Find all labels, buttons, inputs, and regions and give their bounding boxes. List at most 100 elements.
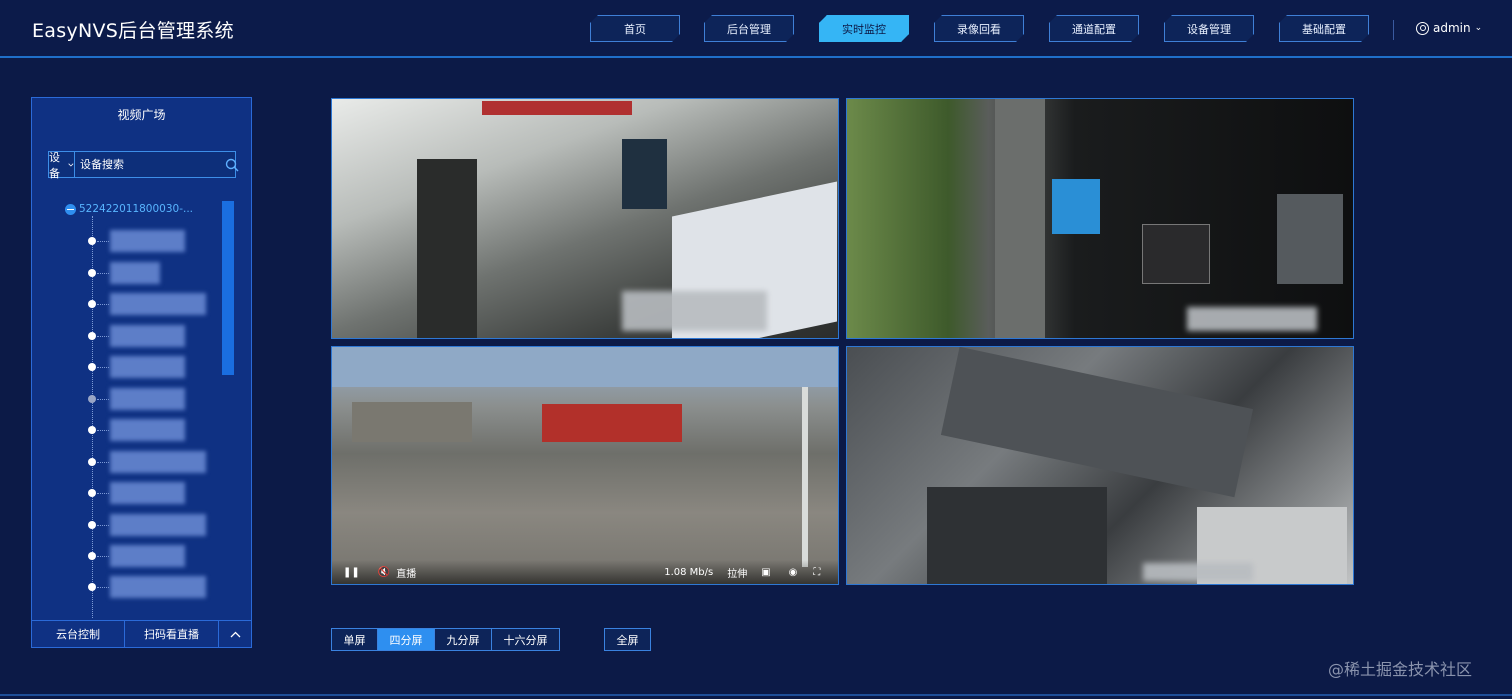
nav-device-manage[interactable]: 设备管理 <box>1164 15 1254 42</box>
layout-sixteen-button[interactable]: 十六分屏 <box>491 628 560 651</box>
scene-banner <box>482 101 632 115</box>
scene-truck <box>542 404 682 442</box>
redacted-label <box>110 451 206 473</box>
status-dot <box>88 521 96 529</box>
tree-channel[interactable] <box>88 262 232 284</box>
status-dot <box>88 300 96 308</box>
video-tile-2[interactable] <box>846 98 1354 339</box>
status-dot <box>88 332 96 340</box>
qr-live-button[interactable]: 扫码看直播 <box>125 621 219 647</box>
status-dot <box>88 489 96 497</box>
app-header: EasyNVS后台管理系统 首页 后台管理 实时监控 录像回看 通道配置 设备管… <box>0 0 1512 58</box>
chevron-down-icon: ⌄ <box>1474 23 1483 33</box>
status-dot <box>88 552 96 560</box>
scene-wall <box>417 159 477 338</box>
tree-channel[interactable] <box>88 388 232 410</box>
video-tile-4[interactable] <box>846 346 1354 585</box>
scene-building <box>352 402 472 442</box>
pause-icon[interactable]: ❚❚ <box>343 567 360 578</box>
record-icon[interactable]: ▣ <box>761 567 770 578</box>
stretch-button[interactable]: 拉伸 <box>727 565 747 580</box>
redacted-label <box>110 262 160 284</box>
bottom-divider <box>0 694 1512 696</box>
redacted-label <box>110 356 185 378</box>
search-type-label: 设备 <box>49 150 60 180</box>
scene-pillar <box>995 99 1045 338</box>
scene-sensor <box>1277 194 1343 284</box>
collapse-panel-button[interactable] <box>219 621 251 647</box>
status-dot <box>88 583 96 591</box>
nav-basic-config[interactable]: 基础配置 <box>1279 15 1369 42</box>
tree-scrollbar[interactable] <box>222 201 234 375</box>
nav-divider <box>1393 20 1394 40</box>
status-dot <box>88 363 96 371</box>
redacted-label <box>110 514 206 536</box>
device-tree: 522422011800030-... <box>32 198 232 618</box>
layout-single-button[interactable]: 单屏 <box>331 628 378 651</box>
split-layout-switcher: 单屏 四分屏 九分屏 十六分屏 <box>331 628 560 651</box>
scene-conveyor <box>927 487 1107 584</box>
nav-playback[interactable]: 录像回看 <box>934 15 1024 42</box>
ptz-control-button[interactable]: 云台控制 <box>32 621 125 647</box>
status-dot <box>88 395 96 403</box>
scene-sky <box>332 347 838 387</box>
user-name: admin <box>1433 21 1471 35</box>
fullscreen-icon[interactable]: ⛶ <box>813 567 820 578</box>
chevron-down-icon <box>68 162 74 167</box>
panel-footer: 云台控制 扫码看直播 <box>32 620 251 647</box>
redacted-label <box>110 230 185 252</box>
redacted-label <box>110 482 185 504</box>
tree-channel[interactable] <box>88 576 232 598</box>
redacted-overlay <box>1187 307 1317 331</box>
tree-root-label: 522422011800030-... <box>79 203 194 215</box>
nav-channel-config[interactable]: 通道配置 <box>1049 15 1139 42</box>
user-menu[interactable]: admin ⌄ <box>1416 21 1482 35</box>
nav-backend[interactable]: 后台管理 <box>704 15 794 42</box>
nav-live-monitor[interactable]: 实时监控 <box>819 15 909 42</box>
scene-sensor <box>1142 224 1210 284</box>
redacted-label <box>110 293 206 315</box>
status-dot <box>88 458 96 466</box>
redacted-label <box>110 576 206 598</box>
tree-channel[interactable] <box>88 356 232 378</box>
layout-four-button[interactable]: 四分屏 <box>377 628 435 651</box>
fullscreen-button[interactable]: 全屏 <box>604 628 651 651</box>
collapse-icon[interactable] <box>65 203 76 215</box>
video-tile-1[interactable] <box>331 98 839 339</box>
video-square-panel: 视频广场 设备 522422011800030-... 云台控制 扫码看直 <box>31 97 252 648</box>
nav-home[interactable]: 首页 <box>590 15 680 42</box>
tree-channel[interactable] <box>88 514 232 536</box>
panel-title: 视频广场 <box>117 108 166 122</box>
layout-nine-button[interactable]: 九分屏 <box>434 628 492 651</box>
search-icon[interactable] <box>225 152 239 177</box>
tree-channel[interactable] <box>88 325 232 347</box>
redacted-label <box>110 419 185 441</box>
status-dot <box>88 269 96 277</box>
tree-channel[interactable] <box>88 230 232 252</box>
tree-channel[interactable] <box>88 451 232 473</box>
tree-channel[interactable] <box>88 419 232 441</box>
tree-root[interactable]: 522422011800030-... <box>65 203 193 215</box>
scene-junction-box <box>1052 179 1100 234</box>
redacted-overlay <box>622 291 767 331</box>
status-dot <box>88 426 96 434</box>
device-search: 设备 <box>48 151 239 180</box>
redacted-label <box>110 388 185 410</box>
search-type-select[interactable]: 设备 <box>49 151 75 180</box>
tree-channel[interactable] <box>88 293 232 315</box>
video-tile-3[interactable]: ❚❚ 🔇 直播 1.08 Mb/s 拉伸 ▣ ◉ ⛶ <box>331 346 839 585</box>
mute-icon[interactable]: 🔇 <box>378 567 390 578</box>
user-icon <box>1416 21 1429 35</box>
snapshot-icon[interactable]: ◉ <box>789 567 798 578</box>
bitrate-label: 1.08 Mb/s <box>664 566 714 578</box>
tree-channel[interactable] <box>88 545 232 567</box>
scene-pole <box>802 387 808 567</box>
redacted-overlay <box>1143 563 1253 581</box>
tree-channel[interactable] <box>88 482 232 504</box>
live-label: 直播 <box>396 568 417 580</box>
search-input[interactable] <box>75 152 225 177</box>
app-title: EasyNVS后台管理系统 <box>32 20 234 42</box>
redacted-label <box>110 325 185 347</box>
redacted-label <box>110 545 185 567</box>
video-controls: ❚❚ 🔇 直播 1.08 Mb/s 拉伸 ▣ ◉ ⛶ <box>332 560 838 584</box>
